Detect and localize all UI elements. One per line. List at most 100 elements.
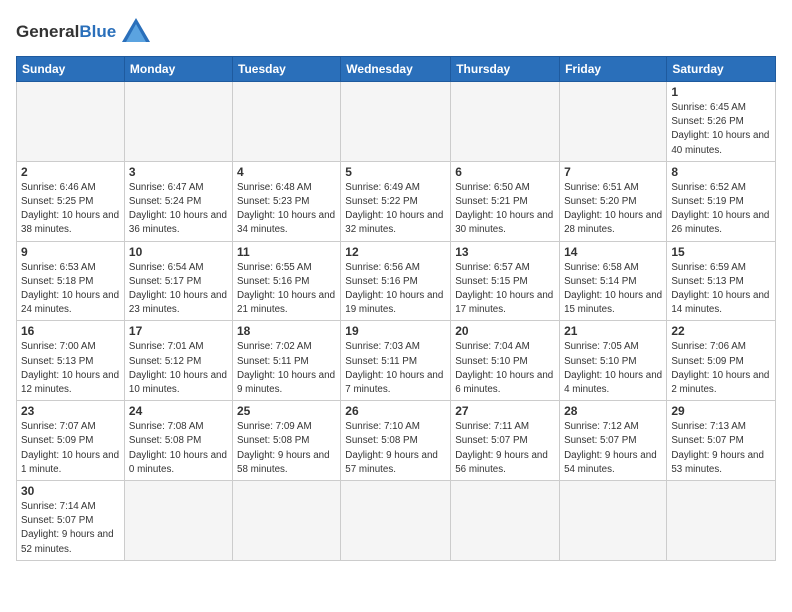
day-info: Sunrise: 6:49 AM Sunset: 5:22 PM Dayligh…: [345, 181, 446, 238]
day-info: Sunrise: 7:07 AM Sunset: 5:09 PM Dayligh…: [21, 420, 120, 477]
weekday-header-thursday: Thursday: [451, 57, 560, 82]
day-info: Sunrise: 6:45 AM Sunset: 5:26 PM Dayligh…: [671, 101, 771, 158]
day-number: 19: [345, 324, 446, 338]
day-number: 14: [564, 245, 662, 259]
day-number: 23: [21, 404, 120, 418]
calendar-cell-3-1: 17 Sunrise: 7:01 AM Sunset: 5:12 PM Dayli…: [124, 321, 232, 401]
calendar-cell-5-2: [233, 481, 341, 561]
day-number: 8: [671, 165, 771, 179]
calendar-cell-2-1: 10Sunrise: 6:54 AM Sunset: 5:17 PM Dayli…: [124, 241, 232, 321]
day-info: Sunrise: 6:58 AM Sunset: 5:14 PM Dayligh…: [564, 261, 662, 318]
day-info: Sunrise: 7:11 AM Sunset: 5:07 PM Dayligh…: [455, 420, 555, 477]
day-number: 7: [564, 165, 662, 179]
day-info: Sunrise: 7:13 AM Sunset: 5:07 PM Dayligh…: [671, 420, 771, 477]
day-number: 11: [237, 245, 336, 259]
day-number: 5: [345, 165, 446, 179]
calendar-cell-1-2: 4Sunrise: 6:48 AM Sunset: 5:23 PM Daylig…: [233, 161, 341, 241]
calendar-cell-5-6: [667, 481, 776, 561]
day-info: Sunrise: 7:03 AM Sunset: 5:11 PM Dayligh…: [345, 340, 446, 397]
day-info: Sunrise: 6:56 AM Sunset: 5:16 PM Dayligh…: [345, 261, 446, 318]
calendar-cell-2-5: 14 Sunrise: 6:58 AM Sunset: 5:14 PM Dayli…: [560, 241, 667, 321]
calendar-cell-0-6: 1 Sunrise: 6:45 AM Sunset: 5:26 PM Daylig…: [667, 82, 776, 162]
day-info: Sunrise: 7:04 AM Sunset: 5:10 PM Dayligh…: [455, 340, 555, 397]
calendar-cell-3-3: 19 Sunrise: 7:03 AM Sunset: 5:11 PM Dayli…: [341, 321, 451, 401]
calendar-cell-1-3: 5 Sunrise: 6:49 AM Sunset: 5:22 PM Daylig…: [341, 161, 451, 241]
day-number: 25: [237, 404, 336, 418]
week-row-0: 1 Sunrise: 6:45 AM Sunset: 5:26 PM Daylig…: [17, 82, 776, 162]
day-number: 28: [564, 404, 662, 418]
day-info: Sunrise: 6:52 AM Sunset: 5:19 PM Dayligh…: [671, 181, 771, 238]
calendar-cell-4-3: 26 Sunrise: 7:10 AM Sunset: 5:08 PM Dayli…: [341, 401, 451, 481]
calendar-cell-2-6: 15Sunrise: 6:59 AM Sunset: 5:13 PM Dayli…: [667, 241, 776, 321]
calendar-cell-2-0: 9Sunrise: 6:53 AM Sunset: 5:18 PM Daylig…: [17, 241, 125, 321]
day-number: 6: [455, 165, 555, 179]
calendar-cell-0-2: [233, 82, 341, 162]
calendar-cell-4-1: 24 Sunrise: 7:08 AM Sunset: 5:08 PM Dayli…: [124, 401, 232, 481]
calendar-cell-1-1: 3 Sunrise: 6:47 AM Sunset: 5:24 PM Daylig…: [124, 161, 232, 241]
logo-general: General: [16, 22, 79, 41]
calendar-cell-5-5: [560, 481, 667, 561]
day-info: Sunrise: 7:09 AM Sunset: 5:08 PM Dayligh…: [237, 420, 336, 477]
day-info: Sunrise: 7:01 AM Sunset: 5:12 PM Dayligh…: [129, 340, 228, 397]
calendar-cell-5-4: [451, 481, 560, 561]
weekday-header-row: SundayMondayTuesdayWednesdayThursdayFrid…: [17, 57, 776, 82]
calendar-cell-5-1: [124, 481, 232, 561]
calendar-cell-3-4: 20 Sunrise: 7:04 AM Sunset: 5:10 PM Dayli…: [451, 321, 560, 401]
day-number: 21: [564, 324, 662, 338]
calendar-cell-0-5: [560, 82, 667, 162]
day-info: Sunrise: 7:06 AM Sunset: 5:09 PM Dayligh…: [671, 340, 771, 397]
weekday-header-tuesday: Tuesday: [233, 57, 341, 82]
calendar-cell-4-0: 23 Sunrise: 7:07 AM Sunset: 5:09 PM Dayli…: [17, 401, 125, 481]
week-row-4: 23 Sunrise: 7:07 AM Sunset: 5:09 PM Dayli…: [17, 401, 776, 481]
calendar-cell-0-0: [17, 82, 125, 162]
day-number: 13: [455, 245, 555, 259]
calendar-cell-4-4: 27 Sunrise: 7:11 AM Sunset: 5:07 PM Dayli…: [451, 401, 560, 481]
calendar-cell-3-0: 16Sunrise: 7:00 AM Sunset: 5:13 PM Dayli…: [17, 321, 125, 401]
week-row-3: 16Sunrise: 7:00 AM Sunset: 5:13 PM Dayli…: [17, 321, 776, 401]
calendar-cell-4-5: 28 Sunrise: 7:12 AM Sunset: 5:07 PM Dayli…: [560, 401, 667, 481]
calendar-cell-3-5: 21 Sunrise: 7:05 AM Sunset: 5:10 PM Dayli…: [560, 321, 667, 401]
day-number: 4: [237, 165, 336, 179]
day-info: Sunrise: 6:59 AM Sunset: 5:13 PM Dayligh…: [671, 261, 771, 318]
day-info: Sunrise: 7:10 AM Sunset: 5:08 PM Dayligh…: [345, 420, 446, 477]
calendar-table: SundayMondayTuesdayWednesdayThursdayFrid…: [16, 56, 776, 561]
day-number: 29: [671, 404, 771, 418]
day-number: 20: [455, 324, 555, 338]
calendar-cell-5-3: [341, 481, 451, 561]
day-info: Sunrise: 6:55 AM Sunset: 5:16 PM Dayligh…: [237, 261, 336, 318]
calendar-cell-2-4: 13Sunrise: 6:57 AM Sunset: 5:15 PM Dayli…: [451, 241, 560, 321]
day-number: 27: [455, 404, 555, 418]
day-info: Sunrise: 7:12 AM Sunset: 5:07 PM Dayligh…: [564, 420, 662, 477]
logo: GeneralBlue: [16, 14, 154, 50]
day-number: 2: [21, 165, 120, 179]
day-number: 3: [129, 165, 228, 179]
calendar-cell-2-2: 11 Sunrise: 6:55 AM Sunset: 5:16 PM Dayli…: [233, 241, 341, 321]
calendar-cell-1-0: 2 Sunrise: 6:46 AM Sunset: 5:25 PM Daylig…: [17, 161, 125, 241]
week-row-2: 9Sunrise: 6:53 AM Sunset: 5:18 PM Daylig…: [17, 241, 776, 321]
day-number: 26: [345, 404, 446, 418]
day-number: 18: [237, 324, 336, 338]
weekday-header-saturday: Saturday: [667, 57, 776, 82]
calendar-cell-3-6: 22 Sunrise: 7:06 AM Sunset: 5:09 PM Dayli…: [667, 321, 776, 401]
day-info: Sunrise: 7:00 AM Sunset: 5:13 PM Dayligh…: [21, 340, 120, 397]
day-info: Sunrise: 6:51 AM Sunset: 5:20 PM Dayligh…: [564, 181, 662, 238]
logo-blue: Blue: [79, 22, 116, 41]
weekday-header-friday: Friday: [560, 57, 667, 82]
day-info: Sunrise: 6:47 AM Sunset: 5:24 PM Dayligh…: [129, 181, 228, 238]
day-info: Sunrise: 7:05 AM Sunset: 5:10 PM Dayligh…: [564, 340, 662, 397]
day-number: 1: [671, 85, 771, 99]
weekday-header-monday: Monday: [124, 57, 232, 82]
day-info: Sunrise: 7:08 AM Sunset: 5:08 PM Dayligh…: [129, 420, 228, 477]
calendar-cell-0-1: [124, 82, 232, 162]
day-number: 24: [129, 404, 228, 418]
calendar-cell-1-5: 7 Sunrise: 6:51 AM Sunset: 5:20 PM Daylig…: [560, 161, 667, 241]
day-info: Sunrise: 6:46 AM Sunset: 5:25 PM Dayligh…: [21, 181, 120, 238]
calendar-cell-2-3: 12Sunrise: 6:56 AM Sunset: 5:16 PM Dayli…: [341, 241, 451, 321]
day-info: Sunrise: 6:54 AM Sunset: 5:17 PM Dayligh…: [129, 261, 228, 318]
day-info: Sunrise: 7:02 AM Sunset: 5:11 PM Dayligh…: [237, 340, 336, 397]
day-number: 9: [21, 245, 120, 259]
day-number: 22: [671, 324, 771, 338]
calendar-cell-0-4: [451, 82, 560, 162]
day-number: 17: [129, 324, 228, 338]
week-row-5: 30Sunrise: 7:14 AM Sunset: 5:07 PM Dayli…: [17, 481, 776, 561]
